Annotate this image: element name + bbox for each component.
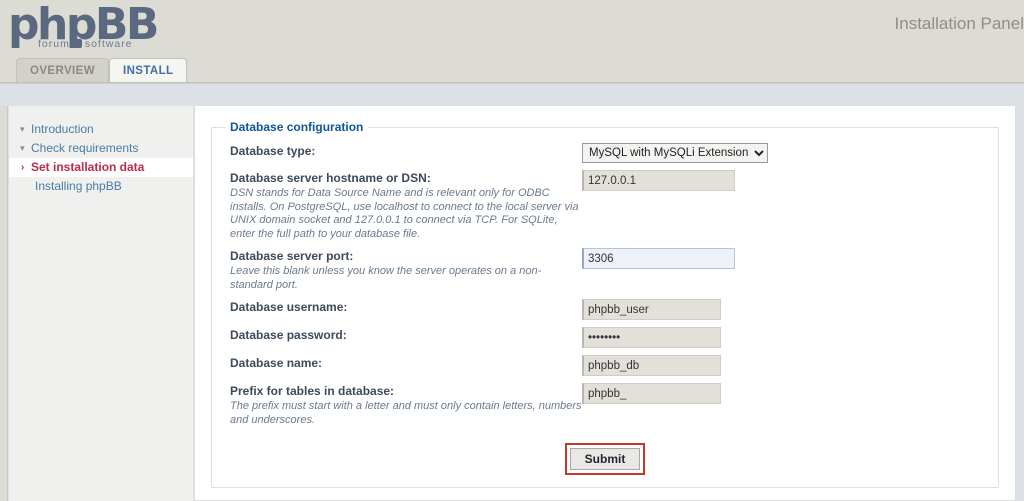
content-panel: Database configuration Database type: My… xyxy=(194,106,1016,501)
logo-tagline-left: forum xyxy=(38,38,70,50)
page-header: phpBB forumsoftware Installation Panel xyxy=(0,0,1024,58)
database-port-input[interactable] xyxy=(582,248,735,269)
sidebar-item-label: Check requirements xyxy=(31,141,138,155)
database-type-select[interactable]: MySQL with MySQLi Extension xyxy=(582,143,768,163)
sidebar-item-introduction[interactable]: ▾ Introduction xyxy=(9,120,193,139)
database-username-input[interactable] xyxy=(582,299,721,320)
field-label: Database server hostname or DSN: xyxy=(230,171,582,186)
form-row-port: Database server port: Leave this blank u… xyxy=(222,247,988,292)
table-prefix-input[interactable] xyxy=(582,383,721,404)
form-row-username: Database username: xyxy=(222,298,988,320)
left-edge-strip xyxy=(0,106,8,501)
label-column: Database server hostname or DSN: DSN sta… xyxy=(222,169,582,241)
label-column: Database username: xyxy=(222,298,582,315)
page-title: Installation Panel xyxy=(895,14,1024,34)
field-label: Database name: xyxy=(230,356,582,371)
sidebar-item-installing-phpbb[interactable]: Installing phpBB xyxy=(9,177,193,196)
field-column xyxy=(582,247,735,269)
field-label: Database type: xyxy=(230,144,582,159)
sidebar-item-check-requirements[interactable]: ▾ Check requirements xyxy=(9,139,193,158)
field-label: Database username: xyxy=(230,300,582,315)
field-label: Database server port: xyxy=(230,249,582,264)
logo-dot-icon xyxy=(73,39,82,48)
fieldset-legend: Database configuration xyxy=(225,120,368,134)
field-column xyxy=(582,169,735,191)
database-name-input[interactable] xyxy=(582,355,721,376)
label-column: Database server port: Leave this blank u… xyxy=(222,247,582,292)
field-column xyxy=(582,354,721,376)
field-column xyxy=(582,298,721,320)
tab-overview[interactable]: OVERVIEW xyxy=(16,58,109,82)
database-password-input[interactable] xyxy=(582,327,721,348)
logo-tagline: forum software xyxy=(38,38,133,50)
database-configuration-fieldset: Database configuration Database type: My… xyxy=(211,120,999,488)
tab-bar: OVERVIEWINSTALL xyxy=(0,58,1024,83)
label-column: Database password: xyxy=(222,326,582,343)
label-column: Database name: xyxy=(222,354,582,371)
submit-highlight-box: Submit xyxy=(565,443,646,475)
database-hostname-input[interactable] xyxy=(582,170,735,191)
form-row-database-type: Database type: MySQL with MySQLi Extensi… xyxy=(222,142,988,163)
field-column xyxy=(582,326,721,348)
label-column: Database type: xyxy=(222,142,582,159)
installation-panel-page: phpBB forumsoftware Installation Panel O… xyxy=(0,0,1024,500)
label-column: Prefix for tables in database: The prefi… xyxy=(222,382,582,427)
form-row-database-name: Database name: xyxy=(222,354,988,376)
logo-tagline-right: software xyxy=(85,38,133,50)
sidebar-item-label: Introduction xyxy=(31,122,94,136)
main-region: ▾ Introduction ▾ Check requirements › Se… xyxy=(0,106,1024,501)
sidebar-item-label: Set installation data xyxy=(31,160,144,174)
form-row-table-prefix: Prefix for tables in database: The prefi… xyxy=(222,382,988,427)
submit-button[interactable]: Submit xyxy=(570,448,641,470)
phpbb-logo: phpBB forumsoftware xyxy=(8,2,178,54)
field-description: Leave this blank unless you know the ser… xyxy=(230,265,582,292)
content-top-band xyxy=(0,83,1024,106)
chevron-right-icon: › xyxy=(21,158,24,177)
field-column: MySQL with MySQLi Extension xyxy=(582,142,768,163)
form-row-password: Database password: xyxy=(222,326,988,348)
sidebar-nav: ▾ Introduction ▾ Check requirements › Se… xyxy=(9,106,193,501)
chevron-down-icon: ▾ xyxy=(20,139,25,158)
sidebar-item-label: Installing phpBB xyxy=(35,179,122,193)
field-description: The prefix must start with a letter and … xyxy=(230,400,582,427)
submit-row: Submit xyxy=(222,443,988,475)
chevron-down-icon: ▾ xyxy=(20,120,25,139)
field-label: Prefix for tables in database: xyxy=(230,384,582,399)
field-description: DSN stands for Data Source Name and is r… xyxy=(230,187,582,241)
form-row-hostname: Database server hostname or DSN: DSN sta… xyxy=(222,169,988,241)
field-label: Database password: xyxy=(230,328,582,343)
sidebar-item-set-installation-data[interactable]: › Set installation data xyxy=(9,158,193,177)
field-column xyxy=(582,382,721,404)
tab-install[interactable]: INSTALL xyxy=(109,58,188,82)
